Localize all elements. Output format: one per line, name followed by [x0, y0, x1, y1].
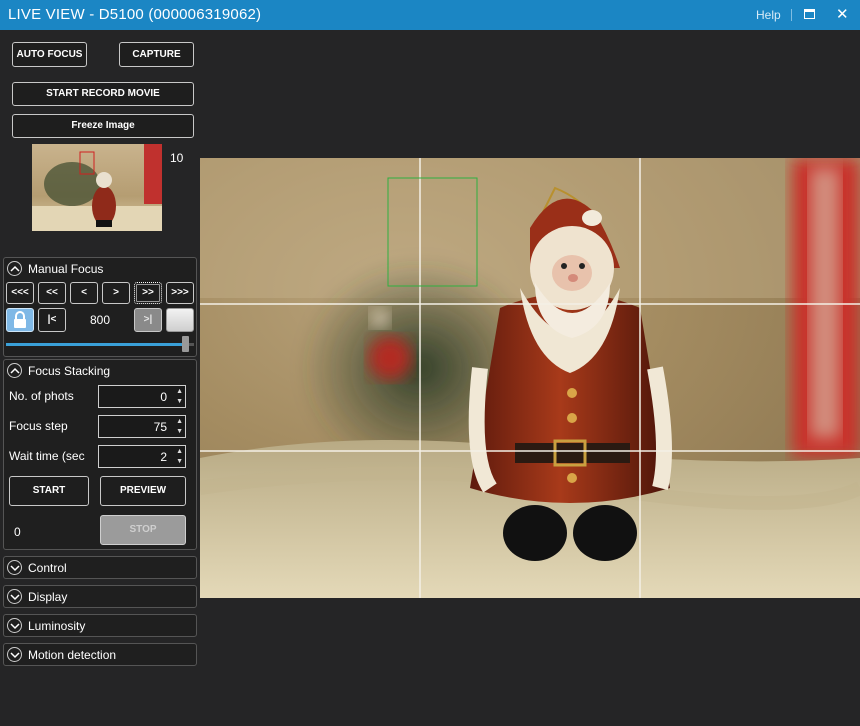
motion-detection-panel[interactable]: Motion detection: [3, 643, 197, 666]
manual-focus-header[interactable]: Manual Focus: [4, 258, 196, 280]
focus-last-button[interactable]: >|: [134, 308, 162, 332]
capture-button[interactable]: CAPTURE: [119, 42, 194, 67]
focus-far-back-button[interactable]: <<<: [6, 282, 34, 304]
stacking-counter: 0: [14, 525, 21, 539]
focus-last-label: >|: [143, 314, 153, 325]
focus-slider[interactable]: [6, 336, 194, 352]
spinner-arrows-icon[interactable]: ▲ ▼: [176, 387, 183, 407]
focus-forward-label: >>: [142, 287, 154, 298]
start-record-movie-label: START RECORD MOVIE: [46, 88, 160, 99]
stacking-start-button[interactable]: START: [9, 476, 89, 506]
focus-step-back-label: <: [81, 287, 87, 298]
manual-focus-panel: Manual Focus <<< << < > >> >>> |< 800 >|: [3, 257, 197, 357]
display-title: Display: [28, 590, 68, 604]
stacking-stop-label: STOP: [129, 524, 157, 535]
display-header[interactable]: Display: [4, 586, 196, 608]
focus-back-label: <<: [46, 287, 58, 298]
help-link[interactable]: Help: [756, 8, 781, 22]
title-bar: LIVE VIEW - D5100 (000006319062) Help ✕: [0, 0, 860, 30]
control-panel[interactable]: Control: [3, 556, 197, 579]
focus-step-back-button[interactable]: <: [70, 282, 98, 304]
focus-first-label: |<: [47, 314, 57, 325]
stacking-preview-label: PREVIEW: [119, 485, 167, 496]
focus-far-back-label: <<<: [11, 287, 29, 298]
luminosity-panel[interactable]: Luminosity: [3, 614, 197, 637]
focus-slider-thumb[interactable]: [182, 336, 189, 352]
motion-detection-header[interactable]: Motion detection: [4, 644, 196, 666]
expand-icon[interactable]: [7, 589, 22, 604]
title-separator: [791, 9, 792, 21]
focus-step-forward-button[interactable]: >: [102, 282, 130, 304]
luminosity-title: Luminosity: [28, 619, 86, 633]
focus-back-button[interactable]: <<: [38, 282, 66, 304]
expand-icon[interactable]: [7, 647, 22, 662]
focus-first-button[interactable]: |<: [38, 308, 66, 332]
auto-focus-button[interactable]: AUTO FOCUS: [12, 42, 87, 67]
control-header[interactable]: Control: [4, 557, 196, 579]
focus-position-value: 800: [90, 313, 111, 327]
display-panel[interactable]: Display: [3, 585, 197, 608]
live-view-image[interactable]: [200, 158, 860, 598]
focus-forward-button[interactable]: >>: [134, 282, 162, 304]
focus-stacking-panel: Focus Stacking No. of phots 0 ▲ ▼ Focus s…: [3, 359, 197, 550]
start-record-movie-button[interactable]: START RECORD MOVIE: [12, 82, 194, 106]
focus-stacking-title: Focus Stacking: [28, 364, 111, 378]
wait-time-input[interactable]: 2 ▲ ▼: [98, 445, 186, 468]
focus-stacking-header[interactable]: Focus Stacking: [4, 360, 196, 382]
stacking-stop-button[interactable]: STOP: [100, 515, 186, 545]
spinner-arrows-icon[interactable]: ▲ ▼: [176, 417, 183, 437]
motion-detection-title: Motion detection: [28, 648, 117, 662]
maximize-icon[interactable]: [804, 9, 815, 19]
focus-step-input[interactable]: 75 ▲ ▼: [98, 415, 186, 438]
focus-slider-fill: [6, 343, 182, 346]
close-icon[interactable]: ✕: [836, 5, 849, 23]
lock-icon: [14, 311, 26, 328]
expand-icon[interactable]: [7, 618, 22, 633]
capture-label: CAPTURE: [132, 49, 181, 60]
wait-time-label: Wait time (sec: [9, 449, 85, 463]
freeze-image-button[interactable]: Freeze Image: [12, 114, 194, 138]
manual-focus-title: Manual Focus: [28, 262, 104, 276]
no-of-photos-input[interactable]: 0 ▲ ▼: [98, 385, 186, 408]
control-title: Control: [28, 561, 67, 575]
freeze-image-label: Freeze Image: [71, 120, 135, 131]
lock-button[interactable]: [6, 308, 34, 332]
collapse-icon[interactable]: [7, 363, 22, 378]
focus-step-forward-label: >: [113, 287, 119, 298]
expand-icon[interactable]: [7, 560, 22, 575]
focus-far-forward-button[interactable]: >>>: [166, 282, 194, 304]
no-of-photos-label: No. of phots: [9, 389, 74, 403]
stacking-preview-button[interactable]: PREVIEW: [100, 476, 186, 506]
focus-step-label: Focus step: [9, 419, 68, 433]
thumbnail-count: 10: [170, 151, 184, 165]
focus-step-value: 75: [153, 420, 167, 434]
stacking-start-label: START: [32, 485, 66, 496]
auto-focus-label: AUTO FOCUS: [16, 49, 83, 60]
luminosity-header[interactable]: Luminosity: [4, 615, 196, 637]
window-title: LIVE VIEW - D5100 (000006319062): [8, 6, 262, 23]
wait-time-value: 2: [160, 450, 167, 464]
spinner-arrows-icon[interactable]: ▲ ▼: [176, 447, 183, 467]
no-of-photos-value: 0: [160, 390, 167, 404]
focus-set-button[interactable]: [166, 308, 194, 332]
preview-thumbnail[interactable]: [32, 144, 162, 231]
collapse-icon[interactable]: [7, 261, 22, 276]
focus-far-forward-label: >>>: [171, 287, 189, 298]
